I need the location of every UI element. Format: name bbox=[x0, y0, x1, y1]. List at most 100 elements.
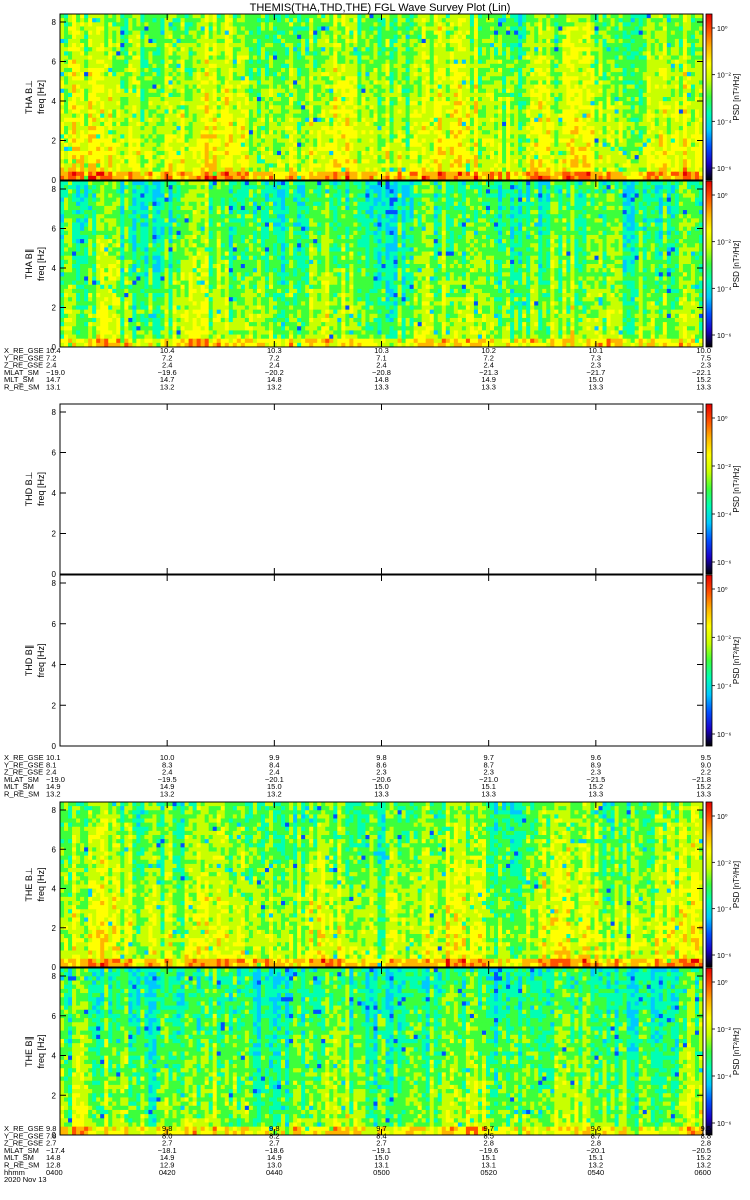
tha-bl-ylabel: freq [Hz] bbox=[36, 80, 46, 114]
ephemeris-value: 13.3 bbox=[589, 383, 604, 392]
thd-bpar-ylabel: freq [Hz] bbox=[36, 643, 46, 677]
colorbar-tick-label: 10⁻⁴ bbox=[717, 684, 732, 691]
colorbar-tick-label: 10⁰ bbox=[717, 979, 728, 987]
ephemeris-value: 13.3 bbox=[481, 383, 496, 392]
the-bpar-colorbar: 10⁰ 10⁻² 10⁻⁴ 10⁻⁶ PSD [nT²/Hz] bbox=[705, 967, 741, 1136]
colorbar-tick-label: 10⁻² bbox=[717, 240, 731, 247]
ephemeris-block-2: X_RE_GSEY_RE_GSEZ_RE_GSEMLAT_SMMLT_SMR_R… bbox=[4, 753, 711, 799]
y-tick-label: 2 bbox=[52, 304, 57, 313]
ephemeris-value: 0420 bbox=[159, 1168, 176, 1177]
the-bl-ylabel: freq [Hz] bbox=[36, 867, 46, 901]
tha-bl-colorbar: 10⁰ 10⁻² 10⁻⁴ 10⁻⁶ PSD [nT²/Hz] bbox=[705, 13, 741, 181]
ephemeris-value: 13.3 bbox=[696, 383, 711, 392]
colorbar-tick-label: 10⁰ bbox=[717, 415, 728, 423]
ephemeris-value: 13.3 bbox=[696, 790, 711, 799]
colorbar-tick-label: 10⁻² bbox=[717, 635, 731, 642]
y-tick-label: 4 bbox=[52, 885, 57, 894]
colorbar-label: PSD [nT²/Hz] bbox=[732, 465, 741, 512]
colorbar-tick-label: 10⁻² bbox=[717, 73, 731, 80]
tha-bpar-label: THA B∥ bbox=[24, 249, 34, 280]
tha-bpar-colorbar: 10⁰ 10⁻² 10⁻⁴ 10⁻⁶ PSD [nT²/Hz] bbox=[705, 180, 741, 348]
ephemeris-value: 13.3 bbox=[481, 790, 496, 799]
the-bl-colorbar: 10⁰ 10⁻² 10⁻⁴ 10⁻⁶ PSD [nT²/Hz] bbox=[705, 801, 741, 968]
spectrogram-panels: 02468THA B⊥ freq [Hz]10⁰10⁻²10⁻⁴10⁻⁶PSD [… bbox=[24, 13, 741, 1140]
ephemeris-value: 13.3 bbox=[589, 790, 604, 799]
tha-bpar-heatmap bbox=[60, 181, 704, 348]
y-tick-label: 4 bbox=[52, 264, 57, 273]
ephemeris-value: 13.3 bbox=[374, 790, 389, 799]
y-tick-label: 2 bbox=[52, 530, 57, 539]
y-tick-label: 0 bbox=[52, 742, 57, 751]
colorbar-tick-label: 10⁻⁴ bbox=[717, 286, 732, 293]
wave-survey-plot: THEMIS(THA,THD,THE) FGL Wave Survey Plot… bbox=[4, 2, 741, 1184]
y-tick-label: 8 bbox=[52, 408, 57, 417]
tha-bpar-ylabel: freq [Hz] bbox=[36, 247, 46, 281]
the-bpar-label: THE B∥ bbox=[24, 1036, 34, 1067]
y-tick-label: 8 bbox=[52, 185, 57, 194]
ephemeris-value: 13.2 bbox=[160, 790, 175, 799]
colorbar-tick-label: 10⁻⁶ bbox=[717, 333, 731, 340]
y-tick-label: 6 bbox=[52, 225, 57, 234]
the-bl-panel: 0 2 4 6 8 THE B⊥ freq [Hz] 10⁰ 10⁻² 10⁻⁴ 10⁻⁶ PSD [… bbox=[24, 801, 741, 972]
ephemeris-value: 0600 bbox=[694, 1168, 711, 1177]
colorbar-label: PSD [nT²/Hz] bbox=[732, 861, 741, 908]
tha-bl-heatmap bbox=[60, 14, 704, 181]
colorbar-tick-label: 10⁻⁶ bbox=[717, 953, 731, 960]
y-tick-label: 2 bbox=[52, 924, 57, 933]
y-tick-label: 2 bbox=[52, 701, 57, 710]
y-tick-label: 6 bbox=[52, 620, 57, 629]
thd-bl-colorbar: 10⁰ 10⁻² 10⁻⁴ 10⁻⁶ PSD [nT²/Hz] bbox=[705, 403, 741, 575]
colorbar-tick-label: 10⁰ bbox=[717, 192, 728, 200]
y-tick-label: 6 bbox=[52, 845, 57, 854]
colorbar-label: PSD [nT²/Hz] bbox=[732, 637, 741, 684]
plot-date: 2020 Nov 13 bbox=[4, 1175, 47, 1184]
y-tick-label: 6 bbox=[52, 58, 57, 67]
colorbar-label: PSD [nT²/Hz] bbox=[732, 240, 741, 287]
y-tick-label: 4 bbox=[52, 97, 57, 106]
y-tick-label: 8 bbox=[52, 806, 57, 815]
thd-bpar-panel: 0 2 4 6 8 THD B∥ freq [Hz] 10⁰ 10⁻² 10⁻⁴ 10⁻⁶ PSD [… bbox=[24, 574, 741, 751]
ephemeris-row-label: R_RE_SM bbox=[4, 790, 39, 799]
ephemeris-value: 0400 bbox=[46, 1168, 63, 1177]
plot-title: THEMIS(THA,THD,THE) FGL Wave Survey Plot… bbox=[250, 2, 511, 14]
colorbar-tick-label: 10⁻² bbox=[717, 464, 731, 471]
thd-bl-label: THD B⊥ bbox=[24, 471, 34, 506]
y-tick-label: 8 bbox=[52, 18, 57, 27]
colorbar-tick-label: 10⁻⁶ bbox=[717, 732, 731, 739]
colorbar-tick-label: 10⁻² bbox=[717, 860, 731, 867]
ephemeris-value: 0520 bbox=[480, 1168, 497, 1177]
y-tick-label: 2 bbox=[52, 137, 57, 146]
tha-bl-panel: 0 2 4 6 8 THA B⊥ freq [Hz] 10⁰ 10⁻² 10⁻⁴ 10⁻⁶ PSD [… bbox=[24, 13, 741, 185]
colorbar-tick-label: 10⁻⁴ bbox=[717, 907, 732, 914]
ephemeris-value: 13.2 bbox=[46, 790, 61, 799]
y-tick-label: 2 bbox=[52, 1091, 57, 1100]
ephemeris-value: 13.1 bbox=[46, 383, 61, 392]
colorbar-tick-label: 10⁻² bbox=[717, 1027, 731, 1034]
colorbar-tick-label: 10⁰ bbox=[717, 586, 728, 594]
colorbar-tick-label: 10⁻⁶ bbox=[717, 1121, 731, 1128]
the-bl-heatmap bbox=[60, 802, 704, 968]
y-tick-label: 4 bbox=[52, 489, 57, 498]
y-tick-label: 0 bbox=[52, 963, 57, 972]
thd-bl-panel: 0 2 4 6 8 THD B⊥ freq [Hz] 10⁰ 10⁻² 10⁻⁴ 10⁻⁶ PSD [… bbox=[24, 403, 741, 579]
the-bpar-ylabel: freq [Hz] bbox=[36, 1034, 46, 1068]
y-tick-label: 8 bbox=[52, 972, 57, 981]
y-tick-label: 0 bbox=[52, 176, 57, 185]
ephemeris-value: 13.2 bbox=[267, 790, 282, 799]
colorbar-tick-label: 10⁻⁴ bbox=[717, 1074, 732, 1081]
thd-bpar-label: THD B∥ bbox=[24, 645, 34, 677]
colorbar-tick-label: 10⁰ bbox=[717, 25, 728, 33]
colorbar-tick-label: 10⁻⁴ bbox=[717, 119, 732, 126]
colorbar-tick-label: 10⁻⁶ bbox=[717, 166, 731, 173]
ephemeris-value: 13.2 bbox=[160, 383, 175, 392]
ephemeris-value: 13.2 bbox=[267, 383, 282, 392]
ephemeris-value: 0540 bbox=[587, 1168, 604, 1177]
tha-bpar-panel: 02468THA B∥ freq [Hz]10⁰10⁻²10⁻⁴10⁻⁶PSD [… bbox=[24, 180, 741, 352]
colorbar-tick-label: 10⁰ bbox=[717, 813, 728, 821]
y-tick-label: 0 bbox=[52, 570, 57, 579]
colorbar-tick-label: 10⁻⁶ bbox=[717, 560, 731, 567]
the-bpar-heatmap bbox=[60, 968, 704, 1136]
ephemeris-value: 0500 bbox=[373, 1168, 390, 1177]
y-tick-label: 4 bbox=[52, 1052, 57, 1061]
the-bl-label: THE B⊥ bbox=[24, 867, 34, 902]
